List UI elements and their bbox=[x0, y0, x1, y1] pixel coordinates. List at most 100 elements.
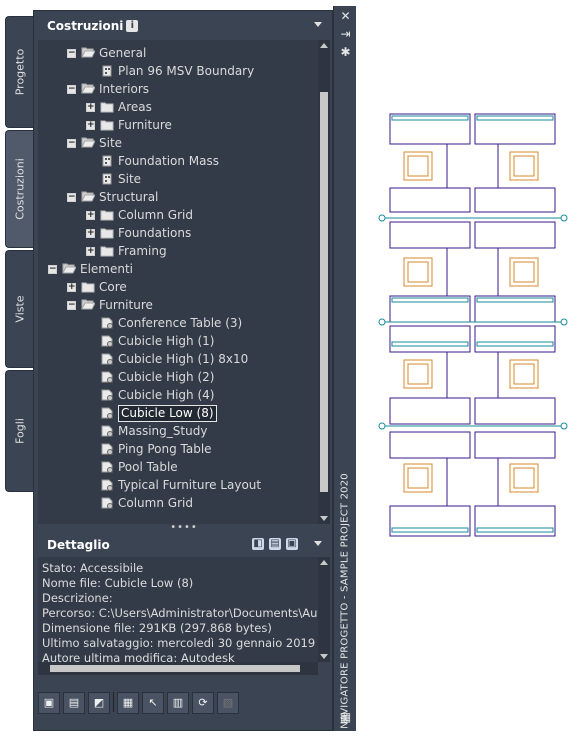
section-menu-arrow-icon[interactable] bbox=[314, 22, 322, 27]
tree-item[interactable]: + Core bbox=[38, 278, 318, 296]
tab-viste[interactable]: Viste bbox=[5, 250, 33, 368]
tree-item-label: Conference Table (3) bbox=[118, 316, 243, 330]
expand-icon[interactable]: + bbox=[86, 229, 95, 238]
palette-menu-icon[interactable]: ▦ bbox=[339, 711, 352, 724]
tree-item-label: Areas bbox=[118, 100, 152, 114]
tree-item[interactable]: − Interiors bbox=[38, 80, 318, 98]
details-menu-arrow-icon[interactable] bbox=[314, 541, 322, 546]
expand-icon[interactable]: + bbox=[67, 283, 76, 292]
tree-item-label: Plan 96 MSV Boundary bbox=[118, 64, 255, 78]
element-icon bbox=[101, 389, 113, 401]
element-icon bbox=[101, 335, 113, 347]
tree-scrollbar[interactable] bbox=[318, 40, 330, 524]
scroll-up-icon[interactable] bbox=[320, 560, 328, 565]
folder-icon bbox=[100, 246, 114, 257]
folder-open-icon bbox=[81, 299, 95, 310]
repath-icon[interactable]: ▧ bbox=[217, 692, 239, 714]
details-vscrollbar[interactable] bbox=[318, 557, 330, 662]
table-icon[interactable]: ▥ bbox=[167, 692, 189, 714]
autohide-icon[interactable]: ⇥ bbox=[339, 28, 352, 41]
expand-icon[interactable]: + bbox=[86, 103, 95, 112]
tree-item[interactable]: Ping Pong Table bbox=[38, 440, 318, 458]
tab-label: Progetto bbox=[13, 48, 26, 96]
expand-icon[interactable]: + bbox=[86, 211, 95, 220]
details-hscroll-thumb[interactable] bbox=[50, 665, 300, 672]
folder-open-icon bbox=[81, 47, 95, 58]
collapse-icon[interactable]: − bbox=[48, 265, 57, 274]
tree-item[interactable]: Conference Table (3) bbox=[38, 314, 318, 332]
info-icon[interactable]: i bbox=[126, 20, 139, 32]
collapse-icon[interactable]: − bbox=[67, 139, 76, 148]
tree-item[interactable]: + Framing bbox=[38, 242, 318, 260]
tree-item[interactable]: − Elementi bbox=[38, 260, 318, 278]
tree-item[interactable]: + Furniture bbox=[38, 116, 318, 134]
add-category-icon[interactable]: ▣ bbox=[38, 692, 60, 714]
element-icon bbox=[101, 407, 113, 419]
constructs-tree[interactable]: − General Plan 96 MSV Boundary − Interiors + A… bbox=[38, 40, 318, 524]
tree-item-label: Site bbox=[118, 172, 142, 186]
tab-label: Costruzioni bbox=[13, 158, 26, 220]
tree-item[interactable]: Cubicle High (1) bbox=[38, 332, 318, 350]
detail-view-icon[interactable]: ▤ bbox=[269, 538, 281, 550]
tab-fogli[interactable]: Fogli bbox=[5, 370, 33, 492]
tree-item[interactable]: Foundation Mass bbox=[38, 152, 318, 170]
tree-item-label: Core bbox=[99, 280, 127, 294]
tree-item[interactable]: Typical Furniture Layout bbox=[38, 476, 318, 494]
element-icon bbox=[101, 425, 113, 437]
tree-item[interactable]: − Structural bbox=[38, 188, 318, 206]
add-construct-icon[interactable]: ▤ bbox=[63, 692, 85, 714]
collapse-icon[interactable]: − bbox=[67, 193, 76, 202]
tree-item[interactable]: Plan 96 MSV Boundary bbox=[38, 62, 318, 80]
tree-item[interactable]: + Column Grid bbox=[38, 206, 318, 224]
collapse-icon[interactable]: − bbox=[67, 301, 76, 310]
detail-row: Autore ultima modifica: Autodesk bbox=[42, 651, 235, 662]
folder-icon bbox=[100, 102, 114, 113]
tree-scroll-thumb[interactable] bbox=[320, 92, 328, 492]
preview-icon[interactable]: ◧ bbox=[252, 538, 264, 550]
tab-costruzioni[interactable]: Costruzioni bbox=[5, 130, 33, 248]
tree-item[interactable]: Pool Table bbox=[38, 458, 318, 476]
tree-item[interactable]: + Areas bbox=[38, 98, 318, 116]
scroll-down-icon[interactable] bbox=[320, 654, 328, 659]
tree-item[interactable]: Site bbox=[38, 170, 318, 188]
expand-icon[interactable]: + bbox=[86, 247, 95, 256]
tab-progetto[interactable]: Progetto bbox=[5, 16, 33, 128]
clipboard-icon[interactable]: ▦ bbox=[117, 692, 139, 714]
detail-row: Ultimo salvataggio: mercoledì 30 gennaio… bbox=[42, 636, 318, 650]
tree-item[interactable]: + Foundations bbox=[38, 224, 318, 242]
scroll-down-icon[interactable] bbox=[320, 516, 328, 521]
properties-icon[interactable]: ✱ bbox=[339, 46, 352, 59]
tree-item[interactable]: Cubicle High (4) bbox=[38, 386, 318, 404]
tree-item[interactable]: Cubicle High (1) 8x10 bbox=[38, 350, 318, 368]
image-view-icon[interactable]: ▣ bbox=[286, 538, 298, 550]
scroll-up-icon[interactable] bbox=[320, 43, 328, 48]
details-view-buttons: ◧ ▤ ▣ bbox=[249, 538, 298, 550]
collapse-icon[interactable]: − bbox=[67, 85, 76, 94]
palette-titlebar: ✕ ⇥ ✱ NAVIGATORE PROGETTO - SAMPLE PROJE… bbox=[333, 6, 356, 731]
tree-item[interactable]: − Furniture bbox=[38, 296, 318, 314]
details-title: Dettaglio bbox=[47, 538, 110, 552]
close-icon[interactable]: ✕ bbox=[339, 10, 352, 23]
folder-icon bbox=[81, 282, 95, 293]
constructs-header: Costruzioni i bbox=[38, 15, 328, 37]
tree-item[interactable]: Cubicle High (2) bbox=[38, 368, 318, 386]
tree-item[interactable]: − Site bbox=[38, 134, 318, 152]
folder-open-icon bbox=[62, 263, 76, 274]
tree-item[interactable]: Column Grid bbox=[38, 494, 318, 512]
details-hscrollbar[interactable] bbox=[38, 662, 318, 675]
panel-splitter[interactable]: •••• bbox=[38, 523, 330, 534]
tree-item-label: Site bbox=[99, 136, 123, 150]
tree-item[interactable]: − General bbox=[38, 44, 318, 62]
refresh-icon[interactable]: ⟳ bbox=[192, 692, 214, 714]
tree-item-label: General bbox=[99, 46, 147, 60]
tree-item[interactable]: Massing_Study bbox=[38, 422, 318, 440]
detail-row: Percorso: C:\Users\Administrator\Documen… bbox=[42, 606, 318, 620]
select-icon[interactable]: ↖ bbox=[142, 692, 164, 714]
tree-item-label: Cubicle High (1) 8x10 bbox=[118, 352, 249, 366]
expand-icon[interactable]: + bbox=[86, 121, 95, 130]
folder-icon bbox=[100, 120, 114, 131]
tree-item[interactable]: Cubicle Low (8) bbox=[38, 404, 318, 422]
add-element-icon[interactable]: ◩ bbox=[88, 692, 110, 714]
collapse-icon[interactable]: − bbox=[67, 49, 76, 58]
element-icon bbox=[101, 371, 113, 383]
